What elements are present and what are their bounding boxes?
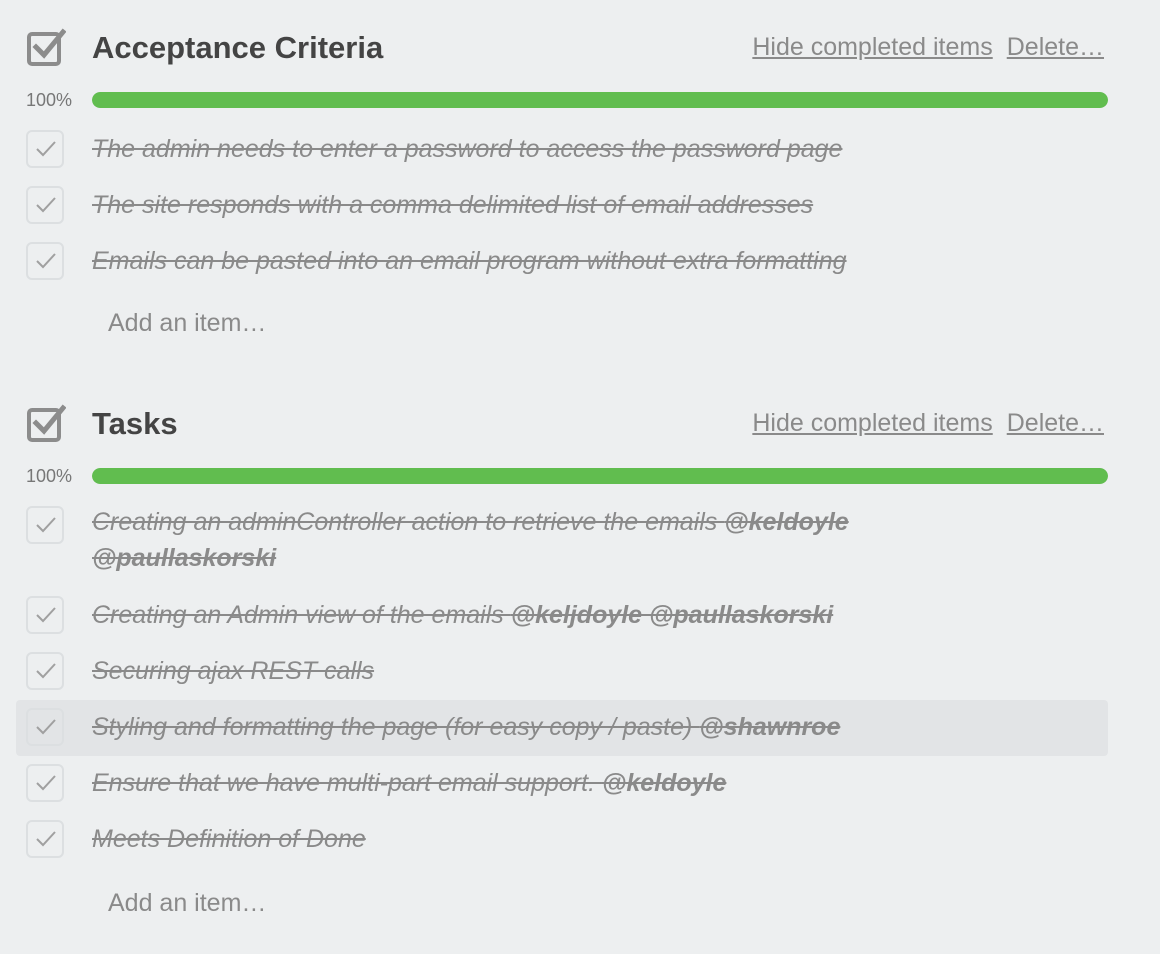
item-description: The site responds with a comma delimited… — [92, 191, 814, 219]
checkmark-icon — [36, 663, 56, 679]
checklist-icon — [27, 28, 66, 66]
checklist-item[interactable]: The site responds with a comma delimited… — [16, 184, 1108, 228]
item-checkbox[interactable] — [26, 186, 64, 224]
checklist-header: Tasks Hide completed items Delete… — [0, 376, 1160, 442]
checklist-progress: 100% — [0, 465, 1160, 495]
checklist-header: Acceptance Criteria Hide completed items… — [0, 0, 1160, 66]
checklist-title[interactable]: Tasks — [92, 406, 178, 442]
checklist-item[interactable]: Securing ajax REST calls — [16, 650, 1108, 694]
item-description: Meets Definition of Done — [92, 825, 366, 853]
checklist-item[interactable]: Ensure that we have multi-part email sup… — [16, 762, 1108, 806]
add-item-button[interactable]: Add an item… — [108, 306, 266, 340]
delete-checklist-link[interactable]: Delete… — [1007, 409, 1104, 437]
item-text[interactable]: Emails can be pasted into an email progr… — [92, 243, 1092, 279]
item-description: The admin needs to enter a password to a… — [92, 135, 843, 163]
checklist-icon — [27, 404, 66, 442]
item-text[interactable]: The admin needs to enter a password to a… — [92, 131, 1092, 167]
checklist-progress: 100% — [0, 89, 1160, 119]
item-checkbox[interactable] — [26, 130, 64, 168]
checklist-actions: Hide completed items Delete… — [752, 30, 1104, 64]
item-checkbox[interactable] — [26, 242, 64, 280]
checkmark-icon — [36, 517, 56, 533]
item-text[interactable]: Securing ajax REST calls — [92, 653, 1092, 689]
item-checkbox[interactable] — [26, 596, 64, 634]
item-description: Creating an Admin view of the emails — [92, 601, 511, 629]
checkmark-icon — [36, 197, 56, 213]
item-text[interactable]: Creating an adminController action to re… — [92, 504, 952, 576]
item-mentions: @shawnroe — [699, 713, 841, 741]
checklist-item[interactable]: Meets Definition of Done — [16, 818, 1108, 862]
checkmark-icon — [36, 831, 56, 847]
item-checkbox[interactable] — [26, 708, 64, 746]
add-item-button[interactable]: Add an item… — [108, 886, 266, 920]
progress-bar-fill — [92, 468, 1108, 484]
item-checkbox[interactable] — [26, 764, 64, 802]
item-description: Ensure that we have multi-part email sup… — [92, 769, 602, 797]
item-description: Securing ajax REST calls — [92, 657, 375, 685]
hide-completed-link[interactable]: Hide completed items — [752, 33, 992, 61]
item-description: Creating an adminController action to re… — [92, 508, 725, 536]
checkmark-icon — [36, 607, 56, 623]
progress-bar — [92, 92, 1108, 108]
progress-bar — [92, 468, 1108, 484]
checklist-acceptance-criteria: Acceptance Criteria Hide completed items… — [0, 0, 1160, 337]
checklist-item[interactable]: Emails can be pasted into an email progr… — [16, 240, 1108, 284]
item-description: Styling and formatting the page (for eas… — [92, 713, 700, 741]
item-text[interactable]: Creating an Admin view of the emails @ke… — [92, 597, 1092, 633]
item-checkbox[interactable] — [26, 652, 64, 690]
item-text[interactable]: Ensure that we have multi-part email sup… — [92, 765, 1092, 801]
checklist-item[interactable]: Creating an adminController action to re… — [16, 502, 1108, 578]
checkmark-icon — [36, 141, 56, 157]
checklist-item[interactable]: Creating an Admin view of the emails @ke… — [16, 594, 1108, 638]
item-mentions: @keljdoyle @paullaskorski — [510, 601, 834, 629]
item-text[interactable]: The site responds with a comma delimited… — [92, 187, 1092, 223]
progress-bar-fill — [92, 92, 1108, 108]
checkmark-icon — [36, 775, 56, 791]
item-text[interactable]: Meets Definition of Done — [92, 821, 1092, 857]
checklist-tasks: Tasks Hide completed items Delete… 100% C… — [0, 376, 1160, 917]
item-checkbox[interactable] — [26, 506, 64, 544]
checklist-title[interactable]: Acceptance Criteria — [92, 30, 383, 66]
checkmark-icon — [36, 719, 56, 735]
item-description: Emails can be pasted into an email progr… — [92, 247, 847, 275]
checklist-item-hovered[interactable]: Styling and formatting the page (for eas… — [16, 700, 1108, 756]
item-mentions: @keldoyle — [601, 769, 727, 797]
delete-checklist-link[interactable]: Delete… — [1007, 33, 1104, 61]
item-text[interactable]: Styling and formatting the page (for eas… — [92, 709, 1092, 745]
checklist-actions: Hide completed items Delete… — [752, 406, 1104, 440]
item-checkbox[interactable] — [26, 820, 64, 858]
checklist-item[interactable]: The admin needs to enter a password to a… — [16, 128, 1108, 172]
progress-percent: 100% — [26, 466, 73, 486]
hide-completed-link[interactable]: Hide completed items — [752, 409, 992, 437]
checkmark-icon — [36, 253, 56, 269]
progress-percent: 100% — [26, 90, 73, 110]
